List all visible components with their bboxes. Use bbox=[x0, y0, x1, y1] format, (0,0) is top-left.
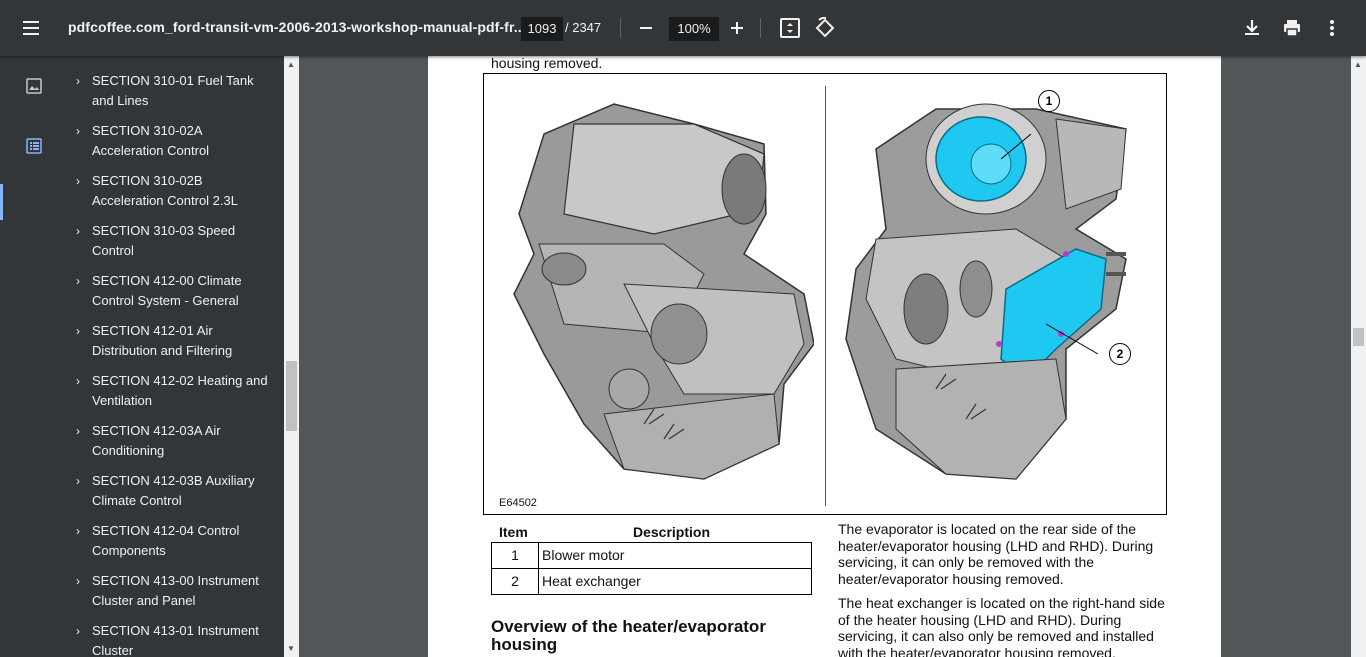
figure-divider bbox=[825, 86, 826, 506]
scroll-up-icon[interactable]: ▲ bbox=[287, 60, 295, 69]
outline-item[interactable]: › SECTION 310-01 Fuel Tank and Lines bbox=[68, 71, 284, 121]
main-scroll-thumb[interactable] bbox=[1353, 328, 1364, 346]
figure-id: E64502 bbox=[499, 497, 537, 509]
outline-item[interactable]: › SECTION 412-02 Heating and Ventilation bbox=[68, 371, 284, 421]
outline-item[interactable]: › SECTION 412-03A Air Conditioning bbox=[68, 421, 284, 471]
chevron-right-icon[interactable]: › bbox=[76, 224, 80, 238]
document-title: pdfcoffee.com_ford-transit-vm-2006-2013-… bbox=[68, 19, 526, 35]
minus-icon bbox=[640, 27, 652, 29]
pdf-toolbar: pdfcoffee.com_ford-transit-vm-2006-2013-… bbox=[0, 0, 1366, 56]
chevron-right-icon[interactable]: › bbox=[76, 174, 80, 188]
outline-scrollbar[interactable]: ▲ ▼ bbox=[284, 56, 299, 657]
outline-scroll-thumb[interactable] bbox=[286, 361, 297, 431]
pdf-page: housing removed. 1 2 E64502 Item Descrip… bbox=[428, 56, 1221, 657]
callout-2: 2 bbox=[1109, 343, 1131, 365]
outline-item[interactable]: › SECTION 412-01 Air Distribution and Fil… bbox=[68, 321, 284, 371]
heater-housing-illustration-front bbox=[513, 103, 814, 480]
chevron-right-icon[interactable]: › bbox=[76, 374, 80, 388]
outline-item[interactable]: › SECTION 412-04 Control Components bbox=[68, 521, 284, 571]
main-scrollbar[interactable]: ▲ bbox=[1351, 56, 1366, 657]
page-text-fragment: housing removed. bbox=[491, 56, 603, 71]
document-outline: › SECTION 310-01 Fuel Tank and Lines › SEC… bbox=[68, 56, 284, 657]
chevron-right-icon[interactable]: › bbox=[76, 574, 80, 588]
download-icon[interactable] bbox=[1242, 18, 1262, 38]
sidebar-rail bbox=[0, 56, 68, 657]
chevron-right-icon[interactable]: › bbox=[76, 424, 80, 438]
chevron-right-icon[interactable]: › bbox=[76, 274, 80, 288]
table-row: 1 Blower motor bbox=[491, 542, 812, 569]
table-header-item: Item bbox=[499, 524, 528, 540]
chevron-right-icon[interactable]: › bbox=[76, 624, 80, 638]
document-outline-icon[interactable] bbox=[26, 138, 42, 154]
chevron-right-icon[interactable]: › bbox=[76, 524, 80, 538]
scroll-up-icon[interactable]: ▲ bbox=[1354, 60, 1362, 69]
outline-item[interactable]: › SECTION 412-03B Auxiliary Climate Contr… bbox=[68, 471, 284, 521]
zoom-in-button[interactable] bbox=[725, 16, 749, 40]
active-indicator bbox=[0, 184, 3, 220]
zoom-out-button[interactable] bbox=[634, 16, 658, 40]
outline-item[interactable]: › SECTION 310-02A Acceleration Control bbox=[68, 121, 284, 171]
rotate-icon[interactable] bbox=[814, 17, 836, 39]
callout-1: 1 bbox=[1038, 90, 1060, 112]
menu-icon[interactable] bbox=[20, 16, 44, 40]
toolbar-divider bbox=[760, 18, 761, 38]
chevron-right-icon[interactable]: › bbox=[76, 474, 80, 488]
paragraph-evaporator: The evaporator is located on the rear si… bbox=[838, 521, 1154, 587]
page-number-input[interactable] bbox=[521, 17, 563, 41]
fit-to-page-icon[interactable] bbox=[779, 17, 801, 39]
paragraph-heat-exchanger: The heat exchanger is located on the rig… bbox=[838, 595, 1165, 657]
print-icon[interactable] bbox=[1282, 18, 1302, 38]
zoom-level-input[interactable] bbox=[669, 17, 719, 41]
toolbar-divider bbox=[620, 18, 621, 38]
thumbnails-icon[interactable] bbox=[26, 78, 42, 94]
scroll-down-icon[interactable]: ▼ bbox=[287, 644, 295, 653]
page-total: / 2347 bbox=[565, 20, 602, 35]
figure: 1 2 E64502 bbox=[483, 73, 1167, 515]
chevron-right-icon[interactable]: › bbox=[76, 324, 80, 338]
more-options-icon[interactable] bbox=[1322, 18, 1342, 38]
outline-item[interactable]: › SECTION 310-02B Acceleration Control 2.… bbox=[68, 171, 284, 221]
outline-item[interactable]: › SECTION 413-00 Instrument Cluster and P… bbox=[68, 571, 284, 621]
table-header-description: Description bbox=[633, 524, 711, 540]
table-row: 2 Heat exchanger bbox=[491, 568, 812, 595]
outline-item[interactable]: › SECTION 413-01 Instrument Cluster bbox=[68, 621, 284, 657]
outline-item[interactable]: › SECTION 412-00 Climate Control System -… bbox=[68, 271, 284, 321]
chevron-right-icon[interactable]: › bbox=[76, 74, 80, 88]
section-heading: Overview of the heater/evaporator housin… bbox=[491, 617, 766, 654]
heater-housing-illustration-rear bbox=[845, 103, 1127, 480]
outline-item[interactable]: › SECTION 310-03 Speed Control bbox=[68, 221, 284, 271]
chevron-right-icon[interactable]: › bbox=[76, 124, 80, 138]
